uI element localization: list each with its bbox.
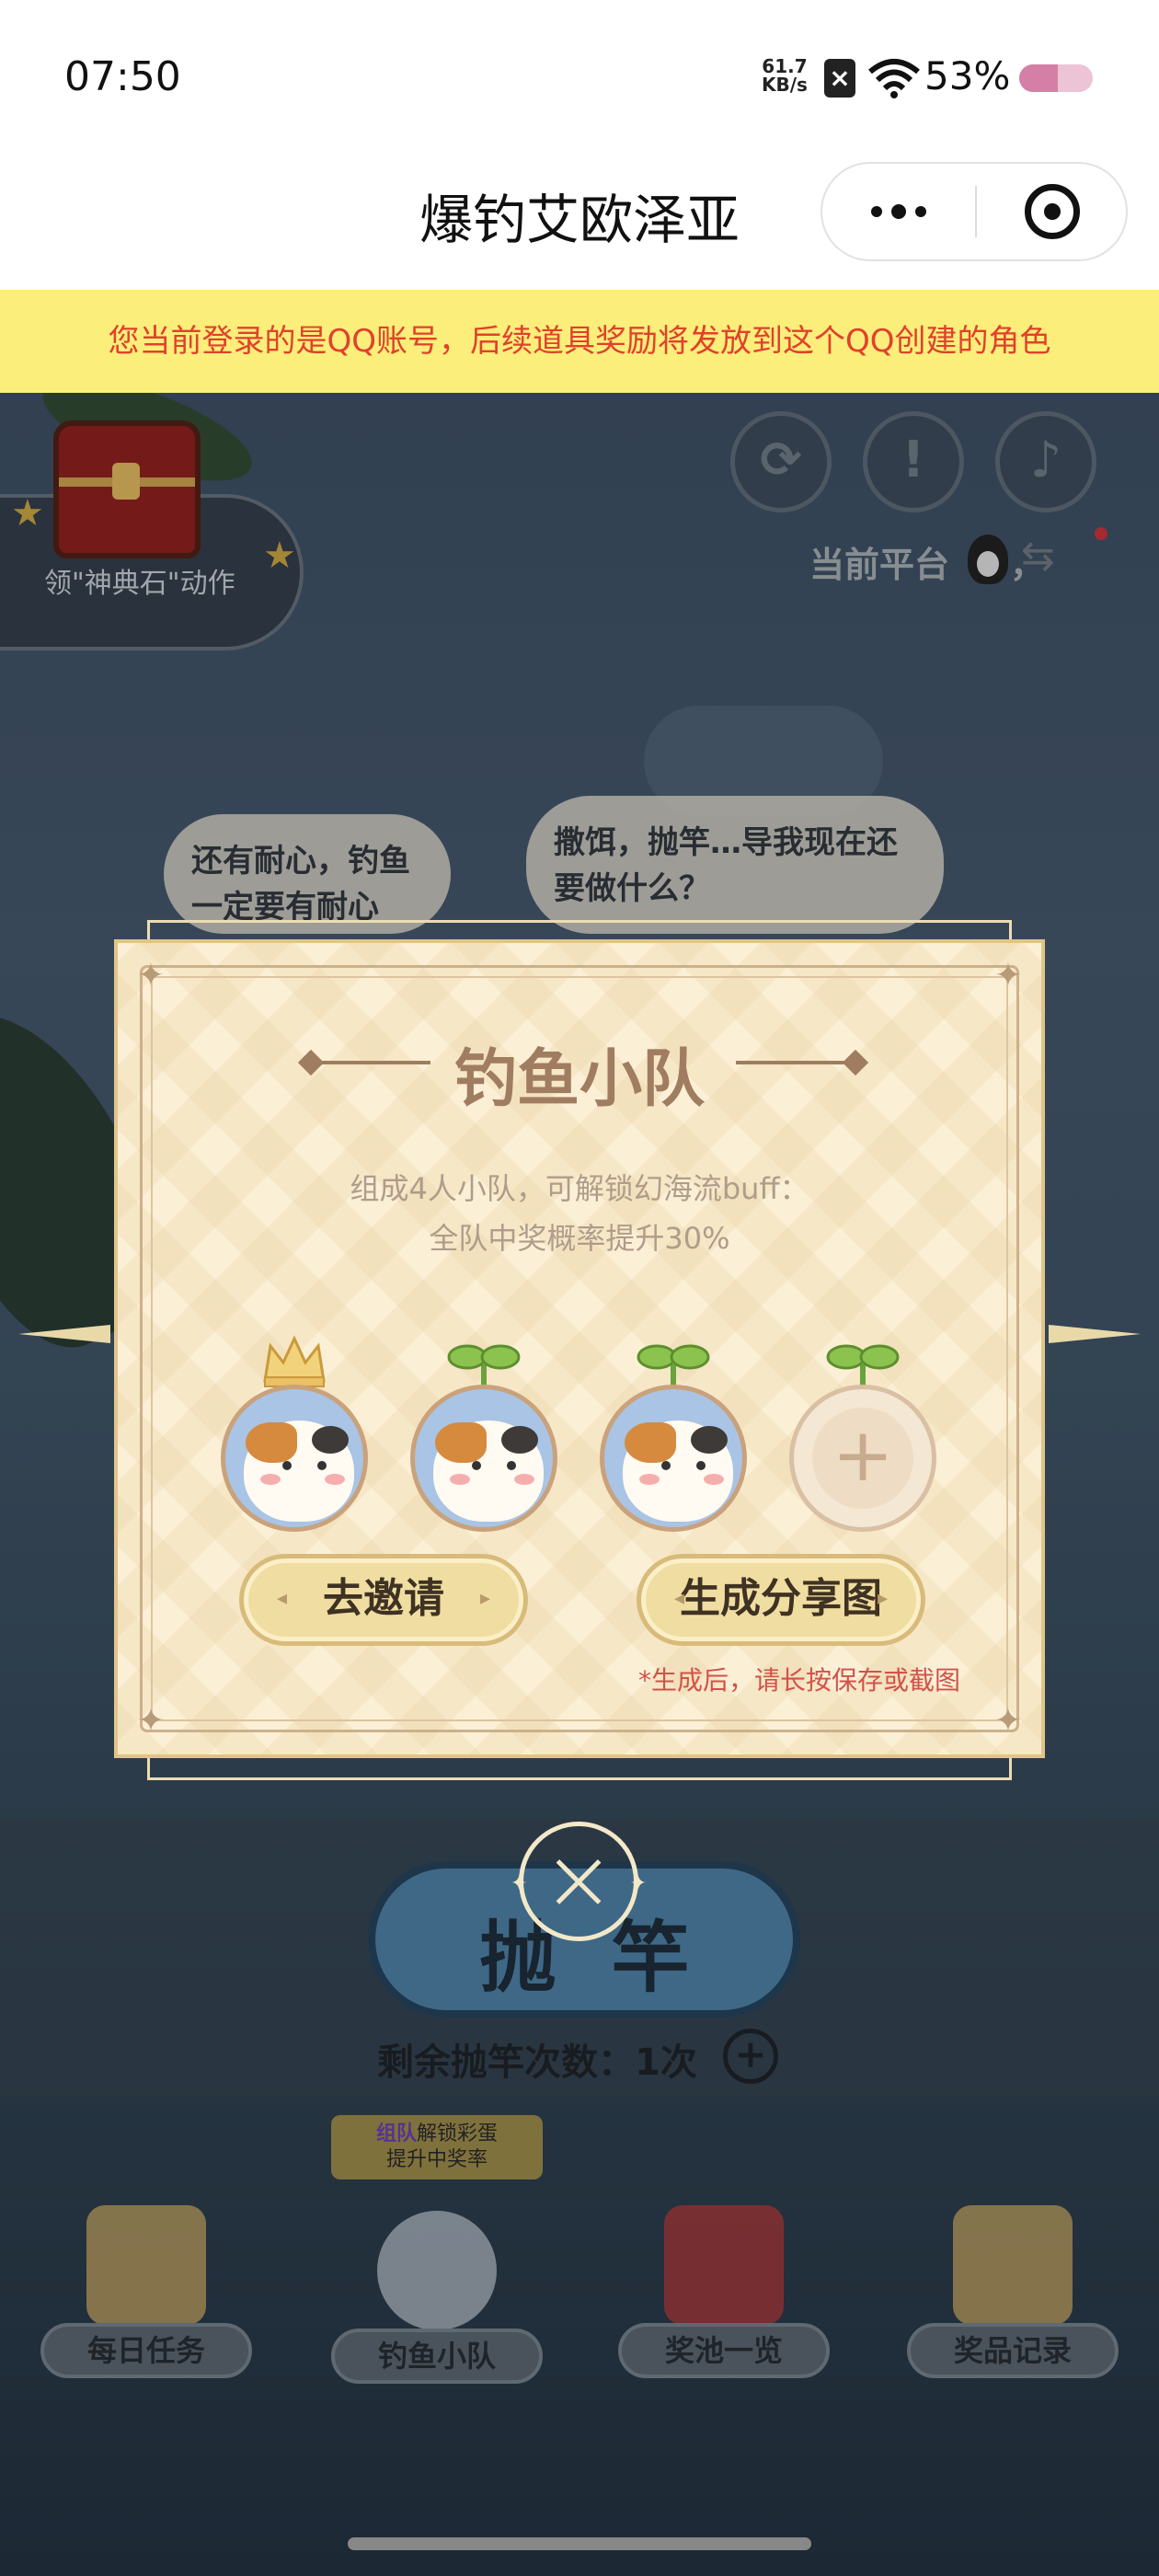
arrow-right-icon: ▸ [877,1587,888,1610]
member-avatar [221,1385,368,1532]
corner-ornament-icon: ✦ [136,1702,166,1740]
arrow-right-icon: ▸ [479,1587,490,1610]
no-sim-icon: × [824,59,855,98]
arrow-left-icon: ◂ [277,1587,288,1610]
crown-icon [263,1335,326,1387]
sparkle-icon: ✦ [511,1872,528,1895]
fishing-team-modal: ✦ ✦ ✦ ✦ 钓鱼小队 组成4人小队，可解锁幻海流buff： 全队中奖概率提升… [114,939,1045,1758]
team-slot-leader[interactable] [221,1311,368,1541]
close-mini-program-icon[interactable] [1025,184,1080,239]
net-speed-value: 61.7 [762,55,808,77]
modal-description-line1: 组成4人小队，可解锁幻海流buff： [350,1171,809,1206]
net-speed: 61.7 KB/s [762,57,808,94]
invite-button-label: 去邀请 [323,1575,444,1622]
corner-ornament-icon: ✦ [136,957,166,995]
battery-fill [1019,64,1059,92]
team-slot-member-2[interactable] [410,1311,557,1541]
generate-share-image-button[interactable]: ◂ 生成分享图 ▸ [637,1554,925,1646]
invite-button[interactable]: ◂ 去邀请 ▸ [239,1554,528,1646]
modal-description: 组成4人小队，可解锁幻海流buff： 全队中奖概率提升30% [118,1164,1041,1263]
member-avatar [600,1385,747,1532]
corner-ornament-icon: ✦ [993,957,1023,995]
arrow-left-icon: ◂ [674,1587,685,1610]
title-bar: 爆钓艾欧泽亚 [0,156,1159,290]
frame-spike-right [1049,1325,1141,1343]
mini-program-capsule [820,162,1128,261]
login-notice: 您当前登录的是QQ账号，后续道具奖励将发放到这个QQ创建的角色 [0,290,1159,393]
share-button-label: 生成分享图 [680,1575,882,1622]
battery-percent: 53% [924,53,1011,98]
corner-ornament-icon: ✦ [993,1702,1023,1740]
status-time: 07:50 [64,53,181,100]
net-speed-unit: KB/s [762,74,808,96]
modal-title: 钓鱼小队 [453,1043,705,1116]
share-hint: *生成后，请长按保存或截图 [637,1665,960,1696]
team-slot-member-3[interactable] [600,1311,747,1541]
close-modal-button[interactable]: ✦ ✦ [511,1822,647,1941]
capsule-divider [975,186,977,237]
status-bar: 07:50 61.7 KB/s × 53% [0,0,1159,156]
modal-description-line2: 全队中奖概率提升30% [429,1221,730,1256]
team-slot-empty[interactable]: + [789,1311,936,1541]
frame-spike-left [18,1325,110,1343]
wifi-icon [868,59,920,98]
add-member-icon: + [812,1408,913,1509]
member-avatar [410,1385,557,1532]
more-menu-button[interactable] [822,164,975,259]
home-indicator [348,2537,811,2550]
battery-icon [1019,64,1093,92]
sparkle-icon: ✦ [629,1872,647,1895]
empty-slot: + [789,1385,936,1532]
